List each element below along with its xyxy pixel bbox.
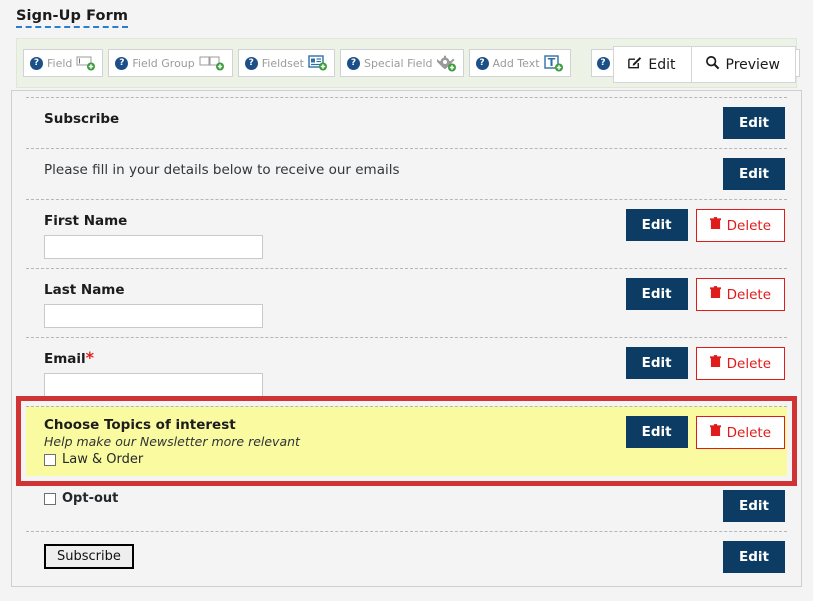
toolbar-button-special-field[interactable]: ? Special Field: [340, 49, 464, 77]
view-mode-switch: Edit Preview: [613, 46, 796, 83]
trash-icon: [710, 286, 721, 303]
form-row-content: Please fill in your details below to rec…: [26, 158, 723, 178]
email-label: Email: [44, 351, 86, 367]
form-row-actions: Edit Delete: [626, 347, 787, 380]
required-asterisk: *: [86, 348, 94, 367]
opt-out-option[interactable]: Opt-out: [44, 491, 723, 506]
help-icon[interactable]: ?: [347, 57, 360, 70]
toolbar-button-add-text[interactable]: ? Add Text T: [469, 49, 571, 77]
edit-button[interactable]: Edit: [626, 278, 688, 310]
page-root: Sign-Up Form ? Field ? Field Group: [0, 0, 813, 601]
edit-button[interactable]: Edit: [723, 541, 785, 573]
opt-out-label: Opt-out: [62, 491, 118, 506]
form-row-topics-highlighted[interactable]: Choose Topics of interest Help make our …: [26, 406, 787, 476]
special-field-icon: [437, 55, 457, 72]
form-row-content: Email*: [26, 347, 626, 397]
pencil-square-icon: [627, 55, 642, 74]
email-input[interactable]: [44, 373, 263, 397]
toolbar-button-fieldset-label: Fieldset: [262, 57, 304, 70]
delete-button-label: Delete: [727, 356, 771, 372]
form-heading-label: Subscribe: [44, 111, 119, 127]
field-icon: [76, 56, 96, 71]
delete-button-label: Delete: [727, 425, 771, 441]
checkbox-icon[interactable]: [44, 454, 56, 466]
delete-button[interactable]: Delete: [696, 347, 785, 380]
form-intro-text: Please fill in your details below to rec…: [44, 162, 400, 178]
form-row-content: Subscribe: [26, 541, 723, 569]
form-row-first-name[interactable]: First Name Edit Delete: [26, 199, 787, 268]
form-row-actions: Edit: [723, 107, 787, 139]
field-group-icon: [199, 56, 226, 71]
trash-icon: [710, 355, 721, 372]
toolbar-button-fieldset[interactable]: ? Fieldset: [238, 49, 335, 77]
form-row-text[interactable]: Please fill in your details below to rec…: [26, 148, 787, 199]
trash-icon: [710, 217, 721, 234]
form-row-heading[interactable]: Subscribe Edit: [26, 97, 787, 148]
form-row-actions: Edit Delete: [626, 278, 787, 311]
page-title: Sign-Up Form: [16, 8, 128, 28]
edit-button[interactable]: Edit: [723, 490, 785, 522]
delete-button-label: Delete: [727, 287, 771, 303]
fieldset-icon: [308, 55, 328, 71]
delete-button-label: Delete: [727, 218, 771, 234]
toolbar-button-field-group-label: Field Group: [132, 57, 194, 70]
topics-label: Choose Topics of interest: [44, 417, 626, 433]
form-row-content: First Name: [26, 209, 626, 259]
delete-button[interactable]: Delete: [696, 209, 785, 242]
form-row-content: Subscribe: [26, 107, 723, 127]
form-row-actions: Edit: [723, 490, 787, 522]
topics-option-label: Law & Order: [62, 452, 143, 467]
subscribe-submit-button[interactable]: Subscribe: [44, 544, 134, 569]
preview-mode-label: Preview: [726, 57, 781, 73]
form-row-content: Last Name: [26, 278, 626, 328]
form-row-actions: Edit: [723, 158, 787, 190]
preview-mode-button[interactable]: Preview: [691, 47, 796, 82]
trash-icon: [710, 424, 721, 441]
form-row-actions: Edit Delete: [626, 209, 787, 242]
edit-button[interactable]: Edit: [723, 158, 785, 190]
topics-help-text: Help make our Newsletter more relevant: [44, 434, 626, 449]
edit-mode-button[interactable]: Edit: [614, 47, 690, 82]
first-name-label: First Name: [44, 213, 127, 229]
toolbar-button-add-text-label: Add Text: [493, 57, 540, 70]
last-name-input[interactable]: [44, 304, 263, 328]
add-text-icon: T: [544, 55, 564, 72]
form-row-email[interactable]: Email* Edit Delete: [26, 337, 787, 406]
form-row-opt-out[interactable]: Opt-out Edit: [26, 476, 787, 531]
toolbar-button-field[interactable]: ? Field: [23, 49, 103, 77]
form-row-content: Opt-out: [26, 490, 723, 506]
toolbar-button-field-label: Field: [47, 57, 72, 70]
form-row-actions: Edit: [723, 541, 787, 573]
checkbox-icon[interactable]: [44, 493, 56, 505]
help-icon[interactable]: ?: [115, 57, 128, 70]
page-title-wrap: Sign-Up Form: [16, 5, 128, 28]
form-rows-panel: Subscribe Edit Please fill in your detai…: [11, 90, 802, 587]
last-name-label: Last Name: [44, 282, 125, 298]
edit-button[interactable]: Edit: [626, 347, 688, 379]
delete-button[interactable]: Delete: [696, 416, 785, 449]
help-icon[interactable]: ?: [30, 57, 43, 70]
magnifier-icon: [705, 55, 720, 74]
help-icon[interactable]: ?: [597, 57, 610, 70]
toolbar-button-special-field-label: Special Field: [364, 57, 433, 70]
form-row-actions: Edit Delete: [626, 416, 787, 449]
form-row-submit[interactable]: Subscribe Edit: [26, 531, 787, 582]
edit-button[interactable]: Edit: [723, 107, 785, 139]
topics-option[interactable]: Law & Order: [44, 452, 626, 467]
help-icon[interactable]: ?: [245, 57, 258, 70]
edit-mode-label: Edit: [648, 57, 675, 73]
form-row-last-name[interactable]: Last Name Edit Delete: [26, 268, 787, 337]
form-row-content: Choose Topics of interest Help make our …: [26, 416, 626, 467]
delete-button[interactable]: Delete: [696, 278, 785, 311]
edit-button[interactable]: Edit: [626, 209, 688, 241]
help-icon[interactable]: ?: [476, 57, 489, 70]
toolbar-button-field-group[interactable]: ? Field Group: [108, 49, 232, 77]
first-name-input[interactable]: [44, 235, 263, 259]
svg-text:T: T: [547, 56, 555, 69]
edit-button[interactable]: Edit: [626, 416, 688, 448]
